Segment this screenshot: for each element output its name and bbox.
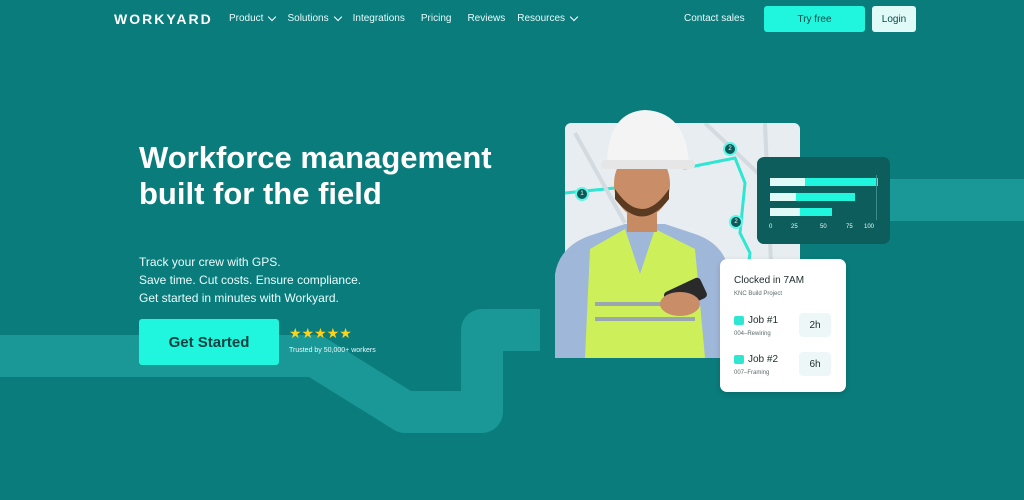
chart-tick-label: 50 xyxy=(820,224,827,230)
job-name: Job #2 xyxy=(748,354,779,365)
job-hours: 6h xyxy=(799,352,831,376)
chevron-down-icon xyxy=(333,12,342,21)
job-icon xyxy=(734,316,744,325)
top-navigation: WORKYARD Product Solutions Integrations … xyxy=(0,0,1024,38)
job-code: 004–Rewiring xyxy=(734,331,771,337)
chevron-down-icon xyxy=(268,12,277,21)
job-hours: 2h xyxy=(799,313,831,337)
menu-item-product[interactable]: Product xyxy=(229,12,277,24)
chart-bar-highlight xyxy=(770,178,805,186)
chevron-down-icon xyxy=(569,12,579,21)
workyard-logo[interactable]: WORKYARD xyxy=(114,11,213,27)
chart-tick-label: 75 xyxy=(846,224,853,230)
chart-tick-label: 100 xyxy=(864,224,875,230)
hero-headline: Workforce management built for the field xyxy=(139,140,492,211)
menu-item-solutions[interactable]: Solutions xyxy=(287,12,342,24)
chart-bar-highlight xyxy=(770,193,796,201)
hero-subtext-line: Track your crew with GPS. xyxy=(139,255,281,269)
chart-tick-label: 0 xyxy=(769,224,773,230)
menu-item-pricing[interactable]: Pricing xyxy=(421,13,452,24)
chart-bar-highlight xyxy=(770,208,800,216)
contact-sales-link[interactable]: Contact sales xyxy=(684,13,745,24)
progress-chart-card: 0 25 50 75 100 xyxy=(757,157,890,244)
menu-item-integrations[interactable]: Integrations xyxy=(353,13,405,24)
chart-tick-label: 25 xyxy=(791,224,798,230)
job-icon xyxy=(734,355,744,364)
get-started-button[interactable]: Get Started xyxy=(139,319,279,365)
project-name: KNC Build Project xyxy=(734,291,783,297)
try-free-button[interactable]: Try free xyxy=(764,6,865,32)
login-button[interactable]: Login xyxy=(872,6,916,32)
rating-stars: ★★★★★ xyxy=(289,325,352,341)
main-menu: Product Solutions Integrations Pricing R… xyxy=(229,12,589,24)
job-code: 007–Framing xyxy=(734,370,770,376)
clocked-in-card: Clocked in 7AM KNC Build Project Job #1 … xyxy=(720,259,846,392)
job-name: Job #1 xyxy=(748,315,779,326)
clocked-in-title: Clocked in 7AM xyxy=(734,275,805,286)
menu-item-reviews[interactable]: Reviews xyxy=(467,13,505,24)
hero-subtext-line: Save time. Cut costs. Ensure compliance. xyxy=(139,273,362,287)
background-path-decoration xyxy=(0,179,1024,433)
hero-subtext-line: Get started in minutes with Workyard. xyxy=(139,291,339,305)
hero-subtext: Track your crew with GPS. Save time. Cut… xyxy=(139,253,361,307)
menu-item-resources[interactable]: Resources xyxy=(517,12,579,24)
trusted-by-text: Trusted by 50,000+ workers xyxy=(289,347,376,354)
chart-gridline xyxy=(876,175,877,220)
